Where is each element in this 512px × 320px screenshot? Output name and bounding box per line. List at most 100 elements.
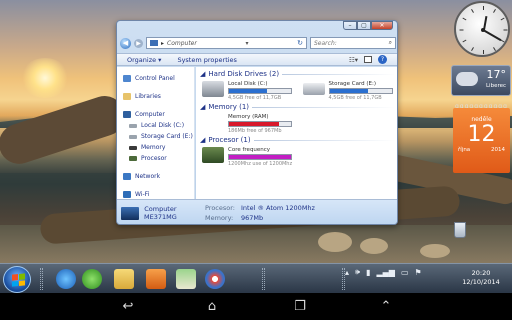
hide-keyboard-icon[interactable]: ⌃ (374, 298, 398, 316)
memory-icon (202, 114, 224, 130)
maximize-button[interactable]: ▢ (357, 21, 371, 30)
nav-control-panel[interactable]: Control Panel (123, 73, 194, 84)
nav-storage-card[interactable]: Storage Card (E:) (123, 131, 194, 142)
local-disk-icon (202, 81, 224, 97)
collapse-icon[interactable]: ◢ (200, 103, 205, 111)
window-titlebar[interactable]: – ▢ ✕ (117, 21, 397, 34)
collapse-icon[interactable]: ◢ (200, 136, 205, 144)
drive-tile[interactable]: Local Disk (C:) 4,5GB free of 11,7GB (202, 81, 295, 101)
nav-label: Libraries (135, 93, 161, 100)
computer-window[interactable]: – ▢ ✕ ◀ ▶ ▸ Computer ▾ ↻ Search: ⌕ Organ… (116, 20, 398, 225)
drive-name: Local Disk (C:) (228, 81, 268, 87)
clock-tick (503, 29, 508, 31)
nav-label: Memory (141, 144, 166, 151)
start-button[interactable] (3, 266, 31, 293)
recycle-bin-icon[interactable] (454, 222, 466, 238)
drive-free-text: 4,5GB free of 11,7GB (328, 95, 382, 101)
show-hidden-icons-icon[interactable]: ▴ (345, 268, 349, 277)
network-bars-icon[interactable]: ▂▄▆ (376, 268, 394, 277)
view-options-icon[interactable]: ☷▾ (349, 56, 358, 64)
hard-disk-group: ◢ Hard Disk Drives (2) Local Disk (C:) 4… (200, 70, 395, 101)
nav-network[interactable]: Network (123, 171, 194, 182)
nav-procesor[interactable]: Procesor (123, 153, 194, 164)
breadcrumb-arrow-icon: ▸ (161, 39, 165, 47)
recent-apps-icon[interactable]: ❐ (288, 298, 312, 316)
nav-label: Local Disk (C:) (141, 122, 185, 129)
refresh-icon[interactable]: ↻ (297, 39, 303, 47)
maps-icon[interactable] (176, 269, 196, 289)
back-button[interactable]: ◀ (120, 37, 131, 49)
usage-bar (328, 88, 393, 94)
nav-libraries[interactable]: Libraries (123, 91, 194, 102)
back-arrow-icon[interactable]: ↩ (116, 298, 140, 316)
calendar-year: 2014 (491, 147, 505, 153)
group-header[interactable]: ◢ Memory (1) (200, 103, 395, 111)
memory-tile[interactable]: Memory (RAM) 186Mb free of 967Mb (202, 114, 297, 134)
group-title: Procesor (1) (208, 136, 251, 144)
address-dropdown-icon[interactable]: ▾ (245, 40, 248, 47)
taskbar-clock[interactable]: 20:20 12/10/2014 (456, 269, 506, 287)
nav-memory[interactable]: Memory (123, 142, 194, 153)
address-bar[interactable]: ▸ Computer ▾ ↻ (146, 37, 307, 49)
processor-icon (129, 156, 137, 161)
usage-fill (329, 89, 368, 93)
rock (360, 238, 388, 254)
folder-icon[interactable] (114, 269, 134, 289)
clock-tick (483, 6, 484, 10)
usage-fill (229, 122, 280, 126)
android-navigation-bar: ↩ ⌂ ❐ ⌃ (0, 293, 512, 320)
action-center-flag-icon[interactable]: ⚑ (415, 268, 422, 277)
home-icon[interactable]: ⌂ (200, 298, 224, 316)
organize-button[interactable]: Organize ▾ (127, 56, 161, 64)
system-properties-button[interactable]: System properties (177, 56, 236, 64)
weather-temperature: 17° (486, 68, 507, 81)
group-header[interactable]: ◢ Procesor (1) (200, 136, 395, 144)
control-panel-icon (123, 75, 131, 82)
windows-media-icon[interactable] (82, 269, 102, 289)
toolbar-grip[interactable] (40, 268, 43, 290)
usage-fill (229, 89, 268, 93)
processor-use-text: 1200Mhz use of 1200Mhz (228, 161, 293, 167)
clock-gadget[interactable] (454, 1, 510, 57)
display-icon[interactable]: ▭ (401, 268, 409, 277)
search-icon[interactable]: ⌕ (389, 39, 392, 47)
processor-group: ◢ Procesor (1) Core frequency 1200Mhz us… (200, 136, 395, 167)
clock-tick (471, 8, 474, 13)
group-header[interactable]: ◢ Hard Disk Drives (2) (200, 70, 395, 78)
network-icon (123, 173, 131, 180)
help-icon[interactable]: ? (378, 55, 387, 64)
calendar-gadget[interactable]: ɑɑɑɑɑɑɑɑɑɑɑɑ neděle 12 října 2014 (453, 103, 510, 173)
media-player-icon[interactable] (146, 269, 166, 289)
calendar-day: 12 (467, 122, 496, 147)
collapse-icon[interactable]: ◢ (200, 70, 205, 78)
clock-tick (500, 17, 505, 21)
nav-label: Procesor (141, 155, 167, 162)
libraries-icon (123, 93, 131, 100)
processor-tile[interactable]: Core frequency 1200Mhz use of 1200Mhz (202, 147, 297, 167)
volume-icon[interactable]: 🕪 (355, 267, 360, 277)
drive-icon (129, 134, 137, 139)
processor-label: Procesor: (205, 204, 235, 212)
address-text: Computer (167, 39, 197, 47)
clock-tick (471, 47, 474, 52)
nav-computer[interactable]: Computer (123, 109, 194, 120)
taskbar: ▴ 🕪 ▮ ▂▄▆ ▭ ⚑ 20:20 12/10/2014 (0, 263, 512, 293)
signal-icon[interactable]: ▮ (366, 268, 370, 277)
forward-button[interactable]: ▶ (134, 38, 143, 48)
nav-local-disk[interactable]: Local Disk (C:) (123, 120, 194, 131)
paint-icon[interactable] (205, 269, 225, 289)
weather-gadget[interactable]: 17° Liberec (451, 65, 511, 96)
close-button[interactable]: ✕ (371, 21, 393, 30)
drive-tile[interactable]: Storage Card (E:) 4,5GB free of 11,7GB (302, 81, 396, 101)
computer-icon (121, 206, 139, 220)
computer-icon (150, 40, 158, 46)
internet-explorer-icon[interactable] (56, 269, 76, 289)
search-input[interactable]: Search: ⌕ (310, 37, 396, 49)
toolbar-grip[interactable] (262, 268, 265, 290)
preview-pane-icon[interactable] (364, 56, 372, 63)
calendar-rings: ɑɑɑɑɑɑɑɑɑɑɑɑ (455, 103, 508, 109)
usage-bar (228, 88, 292, 94)
clock-tick (493, 47, 496, 52)
minimize-button[interactable]: – (343, 21, 357, 30)
nav-label: Computer (135, 111, 165, 118)
